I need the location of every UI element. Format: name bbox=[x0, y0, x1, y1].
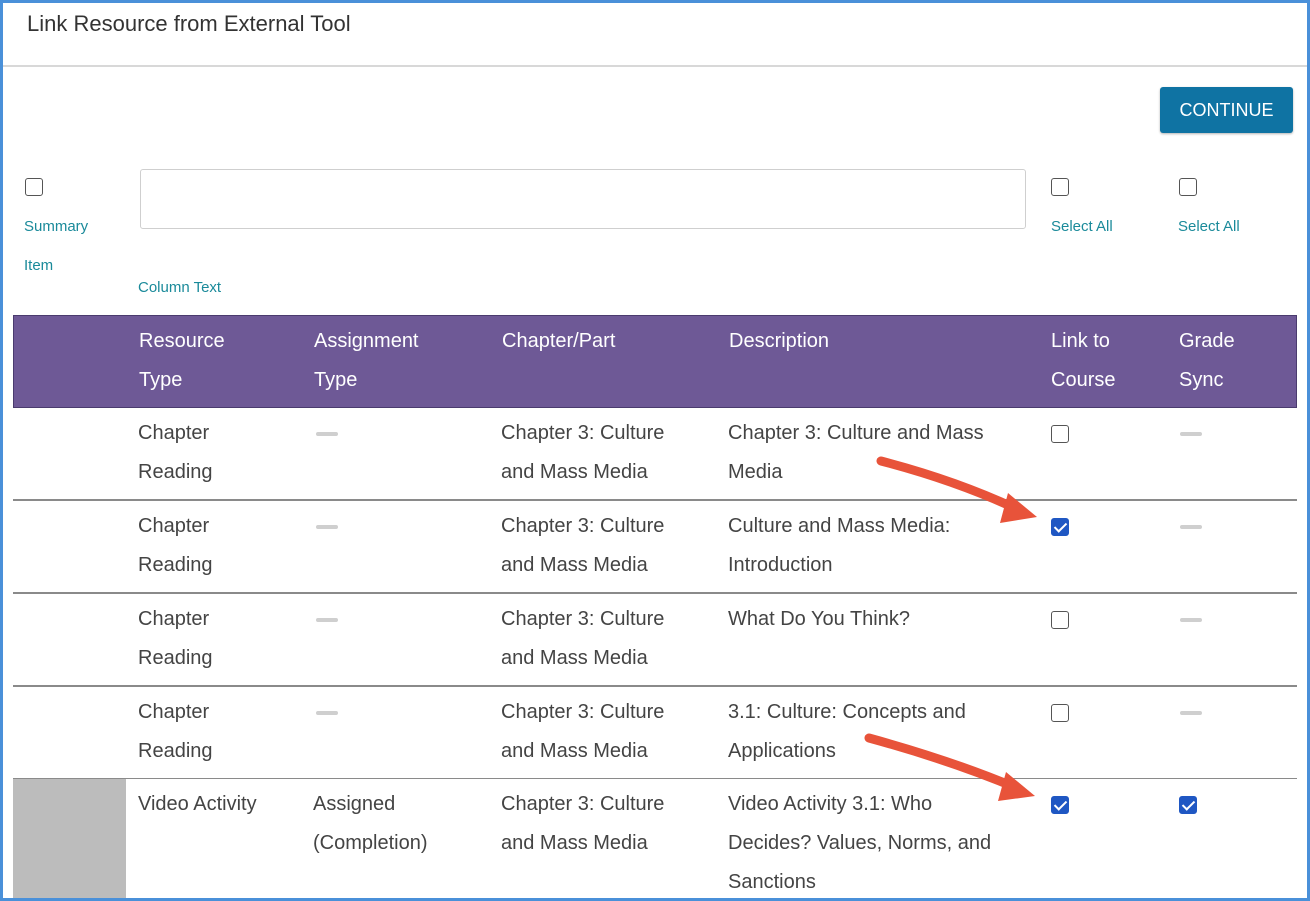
cell-chapter-line1: Chapter 3: Culture bbox=[501, 701, 665, 723]
cell-resource-type-line2: Reading bbox=[138, 461, 213, 483]
cell-resource-type: Video Activity bbox=[138, 785, 257, 824]
header-resource-type: Resource Type bbox=[139, 322, 225, 400]
cell-description: What Do You Think? bbox=[728, 600, 910, 639]
grade-sync-empty-dash bbox=[1180, 618, 1202, 622]
header-grade-sync-line2: Sync bbox=[1179, 369, 1224, 391]
cell-chapter-line1: Chapter 3: Culture bbox=[501, 793, 665, 815]
assignment-type-empty-dash bbox=[316, 432, 338, 436]
cell-description-line1: 3.1: Culture: Concepts and bbox=[728, 701, 966, 723]
cell-chapter: Chapter 3: Culture and Mass Media bbox=[501, 414, 664, 492]
cell-description-line3: Sanctions bbox=[728, 871, 816, 893]
cell-resource-type: Chapter Reading bbox=[138, 507, 213, 585]
dialog-frame: Link Resource from External Tool CONTINU… bbox=[0, 0, 1310, 901]
cell-resource-type: Chapter Reading bbox=[138, 414, 213, 492]
cell-description-line1: Culture and Mass Media: bbox=[728, 515, 951, 537]
link-to-course-checkbox[interactable] bbox=[1051, 518, 1069, 536]
link-to-course-checkbox[interactable] bbox=[1051, 796, 1069, 814]
grade-sync-empty-dash bbox=[1180, 525, 1202, 529]
link-to-course-checkbox[interactable] bbox=[1051, 425, 1069, 443]
header-chapter-part: Chapter/Part bbox=[502, 330, 616, 352]
dialog-title: Link Resource from External Tool bbox=[27, 11, 351, 36]
cell-chapter-line2: and Mass Media bbox=[501, 554, 648, 576]
summary-item-label-line2[interactable]: Item bbox=[24, 257, 53, 274]
grade-select-all-label[interactable]: Select All bbox=[1178, 218, 1240, 235]
table-row: Chapter Reading Chapter 3: Culture and M… bbox=[13, 594, 1297, 687]
header-assignment-type-line2: Type bbox=[314, 369, 358, 391]
cell-resource-type-line2: Reading bbox=[138, 647, 213, 669]
grade-sync-empty-dash bbox=[1180, 432, 1202, 436]
cell-chapter-line1: Chapter 3: Culture bbox=[501, 422, 665, 444]
cell-chapter-line1: Chapter 3: Culture bbox=[501, 515, 665, 537]
cell-description-line2: Decides? Values, Norms, and bbox=[728, 832, 992, 854]
grade-sync-empty-dash bbox=[1180, 711, 1202, 715]
header-link-to-course-line2: Course bbox=[1051, 369, 1116, 391]
cell-resource-type-line2: Reading bbox=[138, 740, 213, 762]
link-select-all-label[interactable]: Select All bbox=[1051, 218, 1113, 235]
header-assignment-type: Assignment Type bbox=[314, 322, 419, 400]
summary-item-marker bbox=[13, 779, 126, 898]
cell-description-line2: Applications bbox=[728, 740, 836, 762]
table-header: Resource Type Assignment Type Chapter/Pa… bbox=[13, 315, 1297, 408]
table-row: Chapter Reading Chapter 3: Culture and M… bbox=[13, 408, 1297, 501]
continue-button[interactable]: CONTINUE bbox=[1160, 87, 1293, 133]
cell-resource-type-line1: Chapter bbox=[138, 515, 210, 537]
assignment-type-empty-dash bbox=[316, 618, 338, 622]
cell-assignment-type-line2: (Completion) bbox=[313, 832, 428, 854]
header-assignment-type-line1: Assignment bbox=[314, 330, 419, 352]
header-description: Description bbox=[729, 330, 830, 352]
cell-description-line2: Introduction bbox=[728, 554, 833, 576]
cell-description-line1: Chapter 3: Culture and Mass bbox=[728, 422, 984, 444]
cell-chapter-line2: and Mass Media bbox=[501, 461, 648, 483]
assignment-type-empty-dash bbox=[316, 525, 338, 529]
table-row: Chapter Reading Chapter 3: Culture and M… bbox=[13, 501, 1297, 594]
cell-description: Culture and Mass Media: Introduction bbox=[728, 507, 950, 585]
link-select-all-checkbox[interactable] bbox=[1051, 178, 1069, 196]
cell-description-line1: Video Activity 3.1: Who bbox=[728, 793, 933, 815]
cell-description-line1: What Do You Think? bbox=[728, 608, 910, 630]
header-grade-sync: Grade Sync bbox=[1179, 322, 1235, 400]
cell-chapter: Chapter 3: Culture and Mass Media bbox=[501, 785, 664, 863]
cell-resource-type-line1: Chapter bbox=[138, 422, 210, 444]
cell-chapter: Chapter 3: Culture and Mass Media bbox=[501, 600, 664, 678]
grade-sync-checkbox[interactable] bbox=[1179, 796, 1197, 814]
cell-chapter: Chapter 3: Culture and Mass Media bbox=[501, 507, 664, 585]
header-grade-sync-line1: Grade bbox=[1179, 330, 1235, 352]
cell-chapter: Chapter 3: Culture and Mass Media bbox=[501, 693, 664, 771]
column-text-input[interactable] bbox=[140, 169, 1026, 229]
cell-chapter-line2: and Mass Media bbox=[501, 832, 648, 854]
dialog-header: Link Resource from External Tool bbox=[3, 3, 1307, 67]
table-row: Chapter Reading Chapter 3: Culture and M… bbox=[13, 687, 1297, 780]
cell-resource-type-line1: Chapter bbox=[138, 701, 210, 723]
link-to-course-checkbox[interactable] bbox=[1051, 704, 1069, 722]
cell-assignment-type-line1: Assigned bbox=[313, 793, 396, 815]
cell-assignment-type: Assigned (Completion) bbox=[313, 785, 427, 863]
summary-item-checkbox[interactable] bbox=[25, 178, 43, 196]
cell-chapter-line2: and Mass Media bbox=[501, 647, 648, 669]
cell-description: Chapter 3: Culture and Mass Media bbox=[728, 414, 984, 492]
grade-select-all-checkbox[interactable] bbox=[1179, 178, 1197, 196]
cell-resource-type: Chapter Reading bbox=[138, 600, 213, 678]
header-resource-type-line1: Resource bbox=[139, 330, 225, 352]
header-resource-type-line2: Type bbox=[139, 369, 183, 391]
table-row: Video Activity Assigned (Completion) Cha… bbox=[13, 779, 1297, 898]
cell-description: 3.1: Culture: Concepts and Applications bbox=[728, 693, 966, 771]
cell-resource-type-line1: Chapter bbox=[138, 608, 210, 630]
link-to-course-checkbox[interactable] bbox=[1051, 611, 1069, 629]
header-link-to-course: Link to Course bbox=[1051, 322, 1115, 400]
header-link-to-course-line1: Link to bbox=[1051, 330, 1110, 352]
cell-resource-type: Chapter Reading bbox=[138, 693, 213, 771]
assignment-type-empty-dash bbox=[316, 711, 338, 715]
cell-chapter-line1: Chapter 3: Culture bbox=[501, 608, 665, 630]
summary-item-label-line1[interactable]: Summary bbox=[24, 218, 88, 235]
cell-description: Video Activity 3.1: Who Decides? Values,… bbox=[728, 785, 992, 898]
cell-description-line2: Media bbox=[728, 461, 783, 483]
column-text-label[interactable]: Column Text bbox=[138, 279, 221, 296]
cell-resource-type-line1: Video Activity bbox=[138, 793, 257, 815]
cell-resource-type-line2: Reading bbox=[138, 554, 213, 576]
cell-chapter-line2: and Mass Media bbox=[501, 740, 648, 762]
